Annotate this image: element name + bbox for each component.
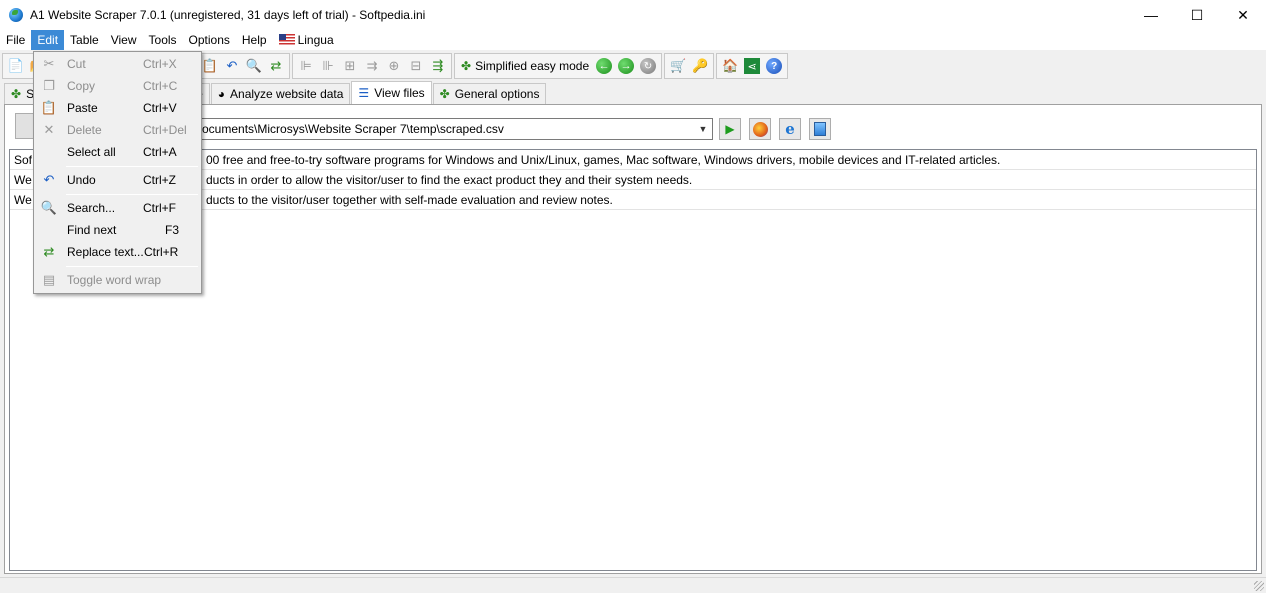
delete-x-icon: ✕ [43,122,55,137]
toolbar-group-purchase: 🛒 🔑 [664,53,715,79]
home-icon[interactable]: 🏠 [719,55,741,77]
magnifier-icon[interactable]: 🔍 [243,55,265,77]
pie-chart-icon: ◕ [217,87,226,101]
menu-item-paste[interactable]: 📋 Paste Ctrl+V [34,97,201,119]
internet-explorer-icon[interactable]: e [779,118,801,140]
menu-lingua[interactable]: Lingua [273,30,340,50]
window-controls: — ☐ ✕ [1128,0,1266,30]
menu-item-undo[interactable]: ↶ Undo Ctrl+Z [34,169,201,191]
menu-table[interactable]: Table [64,30,105,50]
tab-view-files[interactable]: ☰ View files [351,81,432,104]
tab-analyze-website-data[interactable]: ◕ Analyze website data [210,83,351,104]
column-move-icon[interactable]: ⇉ [361,55,383,77]
menu-item-replace-text[interactable]: ⇄ Replace text... Ctrl+R [34,241,201,263]
close-button[interactable]: ✕ [1220,0,1266,30]
scissors-icon: ✂ [43,56,55,71]
simplified-mode-button[interactable]: ✤ Simplified easy mode [457,55,593,77]
menu-item-toggle-word-wrap[interactable]: ▤ Toggle word wrap [34,269,201,291]
table-cell: We [14,172,32,187]
window-title: A1 Website Scraper 7.0.1 (unregistered, … [30,8,426,22]
minimize-button[interactable]: — [1128,0,1174,30]
tab-label: Analyze website data [230,87,344,101]
align-left-icon[interactable]: ⊫ [295,55,317,77]
menu-item-find-next[interactable]: Find next F3 [34,219,201,241]
toolbar-group-table: ⊫ ⊪ ⊞ ⇉ ⊕ ⊟ ⇶ [292,53,452,79]
menu-separator [66,194,198,195]
column-merge-icon[interactable]: ⊕ [383,55,405,77]
menu-item-copy[interactable]: ❐ Copy Ctrl+C [34,75,201,97]
puzzle-icon: ✤ [461,59,472,73]
menu-separator [66,166,198,167]
menu-tools[interactable]: Tools [143,30,183,50]
green-forward-arrow-icon[interactable]: → [615,55,637,77]
table-cell: ducts to the visitor/user together with … [206,192,613,207]
edit-menu-dropdown: ✂ Cut Ctrl+X ❐ Copy Ctrl+C 📋 Paste Ctrl+… [33,51,202,294]
toolbar-group-mode: ✤ Simplified easy mode ← → ↻ [454,53,663,79]
title-bar: A1 Website Scraper 7.0.1 (unregistered, … [0,0,1266,30]
chevron-down-icon[interactable]: ▼ [694,119,712,139]
column-delete-icon[interactable]: ⊟ [405,55,427,77]
play-icon[interactable]: ▶ [719,118,741,140]
replace-icon: ⇄ [43,244,55,259]
status-bar [0,577,1266,593]
export-icon[interactable]: ⇶ [427,55,449,77]
table-cell: 00 free and free-to-try software program… [206,152,1001,167]
table-cell: Soft [14,152,32,167]
menu-lingua-label: Lingua [297,33,334,47]
file-actions: ▶ e [719,118,839,140]
simplified-mode-label: Simplified easy mode [475,59,590,73]
menu-item-search[interactable]: 🔍 Search... Ctrl+F [34,197,201,219]
puzzle-icon: ✤ [439,87,450,101]
undo-icon[interactable]: ↶ [221,55,243,77]
tab-label: General options [454,87,540,101]
tab-general-options[interactable]: ✤ General options [432,83,547,104]
table-cell: We [14,192,32,207]
menu-item-cut[interactable]: ✂ Cut Ctrl+X [34,53,201,75]
green-back-arrow-icon[interactable]: ← [593,55,615,77]
resize-grip-icon[interactable] [1254,581,1264,591]
replace-icon[interactable]: ⇄ [265,55,287,77]
menu-file[interactable]: File [0,30,31,50]
maximize-button[interactable]: ☐ [1174,0,1220,30]
list-icon: ☰ [358,86,370,100]
menu-item-delete[interactable]: ✕ Delete Ctrl+Del [34,119,201,141]
menu-help[interactable]: Help [236,30,273,50]
new-file-icon[interactable]: 📄 [5,55,27,77]
column-insert-icon[interactable]: ⊪ [317,55,339,77]
scan-icon: ✤ [11,87,22,101]
menu-edit[interactable]: Edit [31,30,65,50]
file-path-value: ocuments\Microsys\Website Scraper 7\temp… [202,122,504,136]
us-flag-icon [278,34,295,45]
table-cell: ducts in order to allow the visitor/user… [206,172,693,187]
magnifier-icon: 🔍 [40,200,58,215]
column-split-icon[interactable]: ⊞ [339,55,361,77]
paste-icon: 📋 [40,100,58,115]
globe-icon [8,7,24,23]
paste-icon[interactable]: 📋 [199,55,221,77]
cart-icon[interactable]: 🛒 [667,55,689,77]
key-icon[interactable]: 🔑 [689,55,711,77]
menu-view[interactable]: View [105,30,143,50]
help-icon[interactable]: ? [763,55,785,77]
refresh-icon[interactable]: ↻ [637,55,659,77]
toolbar-group-web: 🏠 ⋖ ? [716,53,789,79]
document-icon[interactable] [809,118,831,140]
menu-bar: File Edit Table View Tools Options Help … [0,30,1266,51]
share-icon[interactable]: ⋖ [741,55,763,77]
tab-label: View files [374,86,425,100]
undo-icon: ↶ [43,172,55,187]
menu-item-select-all[interactable]: Select all Ctrl+A [34,141,201,163]
file-path-combo[interactable]: ocuments\Microsys\Website Scraper 7\temp… [195,118,713,140]
firefox-icon[interactable] [749,118,771,140]
menu-options[interactable]: Options [183,30,236,50]
menu-separator [66,266,198,267]
word-wrap-icon: ▤ [42,272,56,287]
copy-icon: ❐ [43,78,55,93]
